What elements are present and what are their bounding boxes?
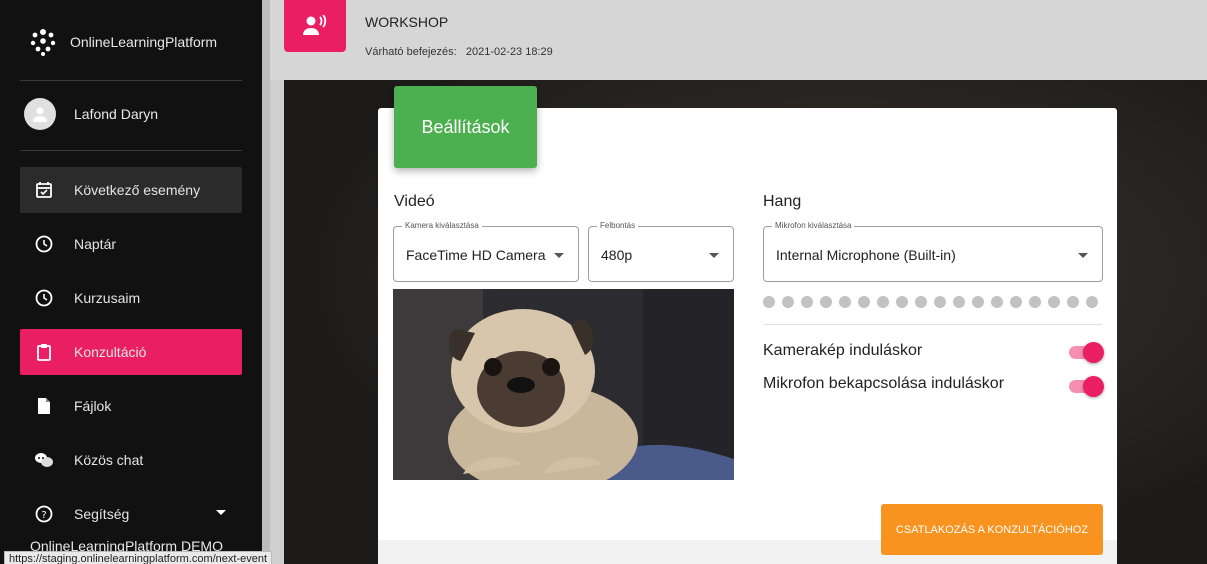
divider (20, 80, 242, 81)
dropdown-arrow-icon (1078, 253, 1088, 258)
help-icon: ? (34, 504, 54, 524)
camera-select-value: FaceTime HD Camera (406, 247, 546, 263)
clock-icon (34, 234, 54, 254)
resolution-select-legend: Felbontás (597, 220, 639, 232)
audio-level-dot (896, 296, 908, 308)
speaker-voice-icon (284, 0, 346, 52)
audio-level-dot (839, 296, 851, 308)
sidebar-scroll-edge (262, 0, 270, 564)
person-icon (33, 107, 47, 122)
audio-level-dot (858, 296, 870, 308)
svg-text:?: ? (41, 510, 46, 521)
event-title: WORKSHOP (365, 14, 449, 30)
audio-level-dot (915, 296, 927, 308)
camera-on-start-toggle[interactable] (1067, 341, 1104, 363)
divider (20, 150, 242, 151)
camera-on-start-label: Kamerakép induláskor (763, 342, 923, 359)
event-end-time: Várható befejezés: 2021-02-23 18:29 (365, 46, 553, 58)
audio-level-dot (801, 296, 813, 308)
sidebar-item-label: Kurzusaim (74, 290, 141, 306)
camera-select-legend: Kamera kiválasztása (402, 220, 482, 232)
audio-level-dot (991, 296, 1003, 308)
settings-tab-header: Beállítások (394, 86, 537, 168)
calendar-check-icon (34, 180, 54, 200)
sidebar-item-label: Fájlok (74, 398, 112, 414)
end-time-value: 2021-02-23 18:29 (465, 46, 553, 58)
sidebar-item-label: Konzultáció (74, 344, 147, 360)
sidebar-item-label: Közös chat (74, 452, 144, 468)
sidebar-item-chat[interactable]: Közös chat (20, 437, 242, 483)
audio-level-dot (1010, 296, 1022, 308)
chevron-down-icon (216, 510, 226, 515)
audio-level-dot (1067, 296, 1079, 308)
microphone-select-value: Internal Microphone (Built-in) (776, 247, 956, 263)
resolution-select-value: 480p (601, 247, 633, 263)
dropdown-arrow-icon (554, 253, 564, 258)
sidebar-item-calendar[interactable]: Naptár (20, 221, 242, 267)
camera-preview (393, 289, 734, 480)
camera-preview-image (393, 289, 734, 480)
video-section-title: Videó (394, 193, 435, 210)
mic-on-start-label: Mikrofon bekapcsolása induláskor (763, 375, 1005, 392)
divider (763, 324, 1102, 325)
event-header: WORKSHOP Várható befejezés: 2021-02-23 1… (270, 0, 1207, 80)
sidebar-item-label: Segítség (74, 506, 130, 522)
audio-level-dot (1029, 296, 1041, 308)
clipboard-icon (34, 342, 54, 362)
sidebar-item-help[interactable]: ? Segítség (20, 491, 242, 537)
file-icon (34, 396, 54, 416)
chat-icon (34, 450, 54, 470)
dropdown-arrow-icon (709, 253, 719, 258)
audio-level-dot (972, 296, 984, 308)
status-bar-url: https://staging.onlinelearningplatform.c… (4, 551, 273, 564)
audio-level-dot (877, 296, 889, 308)
microphone-select[interactable]: Mikrofon kiválasztása Internal Microphon… (763, 220, 1103, 282)
audio-level-dot (763, 296, 775, 308)
sidebar-item-files[interactable]: Fájlok (20, 383, 242, 429)
logo-icon (30, 29, 56, 56)
audio-level-dot (820, 296, 832, 308)
sidebar-item-next-event[interactable]: Következő esemény (20, 167, 242, 213)
brand[interactable]: OnlineLearningPlatform (28, 26, 217, 58)
avatar (24, 98, 56, 130)
sidebar-item-courses[interactable]: Kurzusaim (20, 275, 242, 321)
audio-level-meter (763, 296, 1098, 308)
camera-select[interactable]: Kamera kiválasztása FaceTime HD Camera (393, 220, 579, 282)
audio-level-dot (934, 296, 946, 308)
join-consultation-button[interactable]: CSATLAKOZÁS A KONZULTÁCIÓHOZ (881, 504, 1103, 555)
audio-level-dot (953, 296, 965, 308)
resolution-select[interactable]: Felbontás 480p (588, 220, 734, 282)
clock-icon (34, 288, 54, 308)
toggle-knob (1083, 376, 1104, 397)
audio-level-dot (1048, 296, 1060, 308)
audio-level-dot (1086, 296, 1098, 308)
microphone-select-legend: Mikrofon kiválasztása (772, 220, 855, 232)
user-name: Lafond Daryn (74, 106, 159, 122)
sidebar-item-label: Következő esemény (74, 182, 201, 198)
end-time-label: Várható befejezés: (365, 46, 457, 58)
audio-section-title: Hang (763, 193, 802, 210)
audio-level-dot (782, 296, 794, 308)
brand-name: OnlineLearningPlatform (70, 34, 218, 50)
sidebar: OnlineLearningPlatform Lafond Daryn Köve… (0, 0, 262, 564)
user-profile[interactable]: Lafond Daryn (24, 98, 158, 130)
sidebar-item-label: Naptár (74, 236, 117, 252)
mic-on-start-toggle[interactable] (1067, 375, 1104, 397)
sidebar-item-consultation[interactable]: Konzultáció (20, 329, 242, 375)
toggle-knob (1083, 342, 1104, 363)
